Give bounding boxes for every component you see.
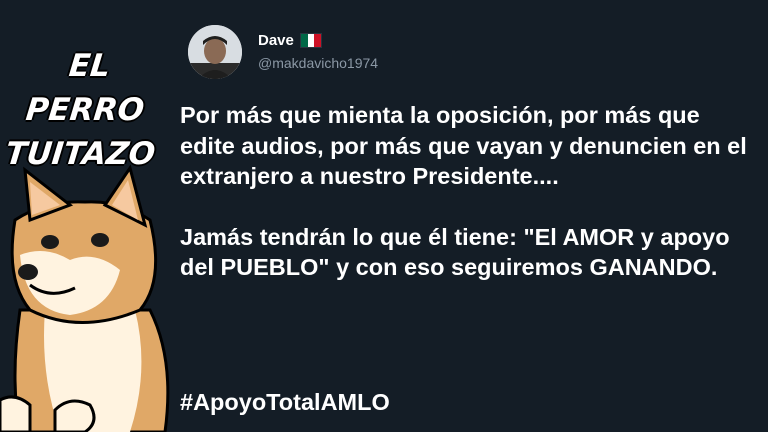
author-name-row: Dave [258,32,322,49]
author-name[interactable]: Dave [258,32,294,49]
author-handle[interactable]: @makdavicho1974 [258,55,378,71]
mexico-flag-icon [299,33,322,48]
shiba-dog-illustration [0,164,170,432]
tweet-text: Por más que mienta la oposición, por más… [180,100,755,313]
author-avatar[interactable] [188,25,242,79]
tweet-paragraph-2: Jamás tendrán lo que él tiene: "El AMOR … [180,223,730,281]
hashtag[interactable]: #ApoyoTotalAMLO [180,389,390,416]
brand-title: EL PERRO TUITAZO [3,44,167,176]
tweet-paragraph-1: Por más que mienta la oposición, por más… [180,102,747,189]
brand-title-line1: EL PERRO [24,48,146,128]
